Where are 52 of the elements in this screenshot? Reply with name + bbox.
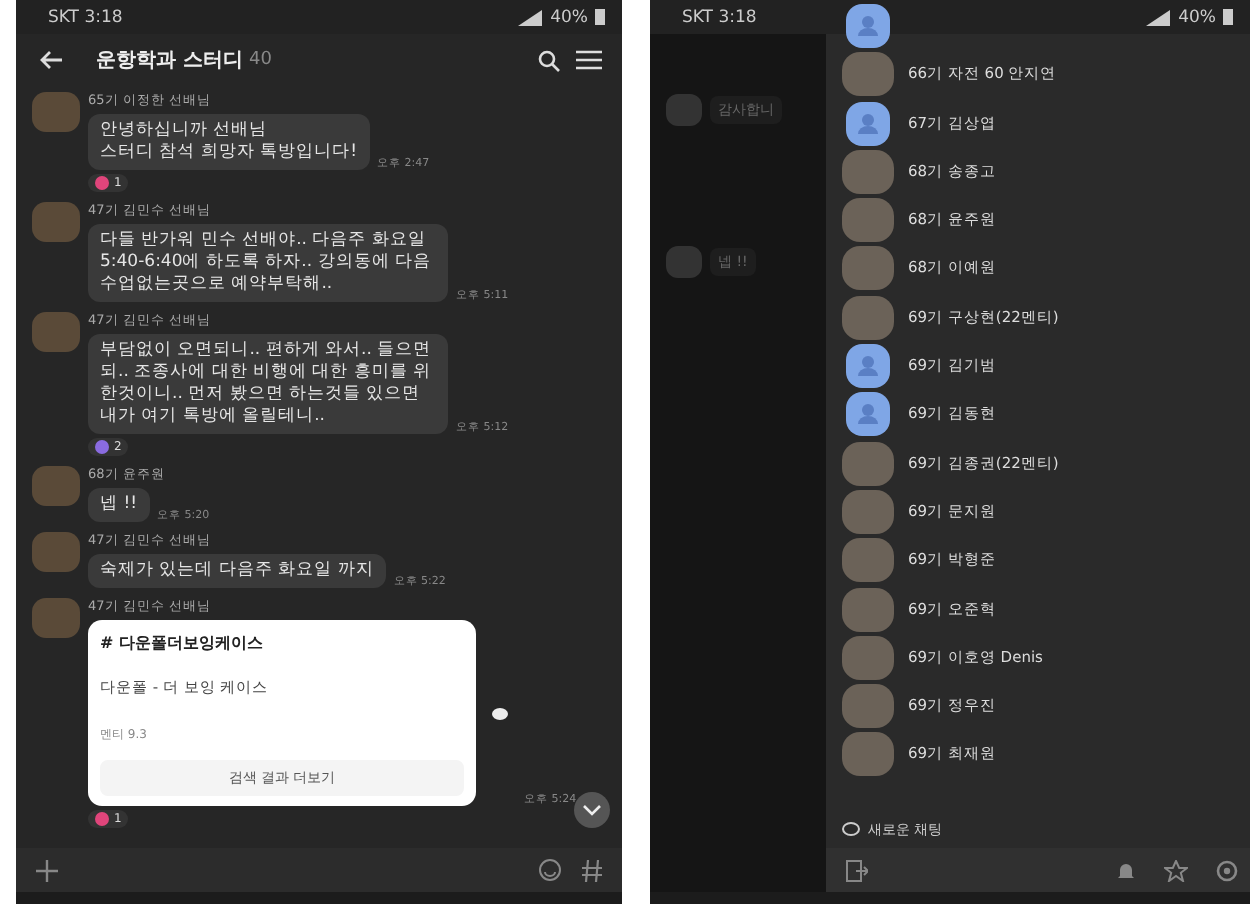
battery-icon [1222,8,1234,26]
back-arrow-icon[interactable] [40,50,64,70]
person-avatar-icon [842,101,894,146]
menu-icon[interactable] [576,50,602,70]
photo-placeholder [32,598,80,638]
photo-placeholder [666,94,702,126]
photo-placeholder [842,441,894,486]
person-avatar-icon [842,344,894,389]
photo-placeholder [842,52,894,97]
signal-icon [1144,9,1173,25]
exit-icon[interactable] [846,859,868,881]
message-bubble: 안녕하십니까 선배님 스터디 참석 희망자 톡방입니다! [88,114,370,170]
photo-placeholder [666,246,702,278]
card-title: # 다운폴더보잉케이스 [100,632,265,654]
photo-placeholder [32,532,80,572]
chat-title: 운항학과 스터디 [96,48,243,74]
photo-placeholder [32,466,80,506]
scroll-down-icon[interactable] [574,792,610,828]
battery-level: 40% [550,7,588,27]
share-dot-icon[interactable] [492,707,508,719]
message-bubble: 넵 !! [88,488,150,522]
status-time: SKT 3:18 [48,7,123,27]
message-bubble: 다들 반가워 민수 선배야.. 다음주 화요일 5:40-6:40에 하도록 하자.. 강의동에 다음 수업없는곳으로 예약부탁해.. [88,224,448,302]
star-icon[interactable] [1164,859,1188,881]
photo-placeholder [32,202,80,242]
settings-icon[interactable] [1216,859,1238,881]
photo-placeholder [842,684,894,729]
photo-placeholder [32,92,80,132]
message-bubble: 부담없이 오면되니.. 편하게 와서.. 들으면 되.. 조종사에 대한 비행에 대한 흥미를 위한것이니.. 먼저 봤으면 하는것들 있으면 내가 여기 톡방에 올릴테니.. [88,334,448,434]
photo-placeholder [842,198,894,243]
photo-placeholder [32,312,80,352]
photo-placeholder [842,587,894,632]
photo-placeholder [842,635,894,680]
signal-icon [516,9,545,25]
battery-level: 40% [1178,7,1216,27]
chat-bubble-icon [842,822,860,838]
message-bubble: 숙제가 있는데 다음주 화요일 까지 [88,554,386,588]
photo-placeholder [842,538,894,583]
photo-placeholder [842,246,894,291]
photo-placeholder [842,732,894,777]
search-icon[interactable] [538,49,560,71]
battery-icon [594,8,606,26]
status-time: SKT 3:18 [682,7,757,27]
photo-placeholder [842,295,894,340]
person-avatar-icon [842,392,894,437]
photo-placeholder [842,149,894,194]
bell-icon[interactable] [1116,859,1136,881]
member-count: 40 [248,50,272,70]
person-avatar-icon [842,4,894,48]
hash-icon[interactable] [582,859,602,881]
photo-placeholder [842,489,894,534]
plus-icon[interactable] [36,859,58,881]
